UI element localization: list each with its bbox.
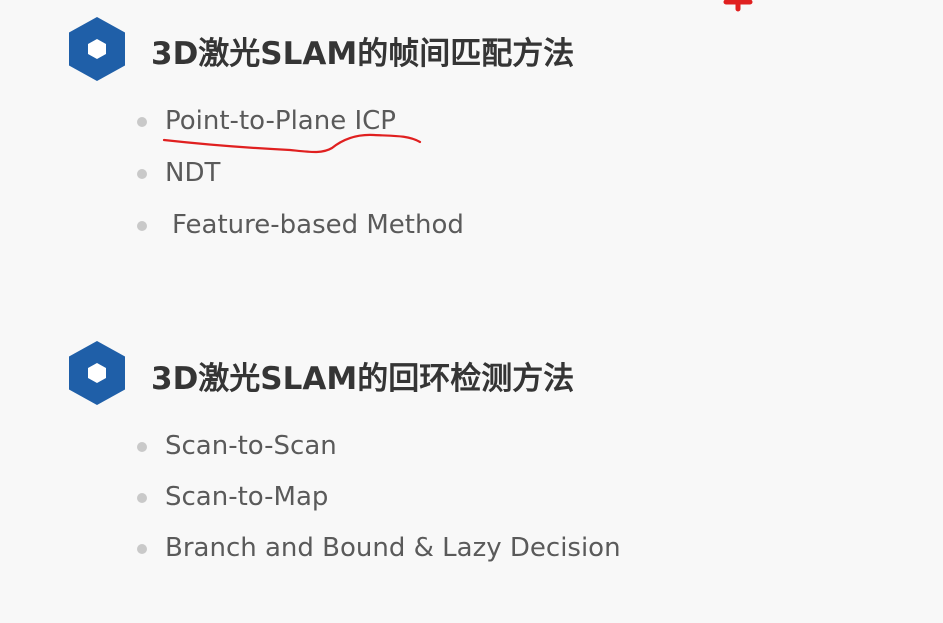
list-item-text: Scan-to-Scan (165, 431, 337, 461)
hexagon-icon (69, 17, 125, 81)
section-heading: 3D激光SLAM的回环检测方法 (151, 361, 575, 397)
section-heading: 3D激光SLAM的帧间匹配方法 (151, 36, 575, 72)
red-pen-mark (723, 0, 753, 12)
bullet-dot (137, 169, 147, 179)
hexagon-icon (69, 341, 125, 405)
bullet-dot (137, 117, 147, 127)
red-underline-annotation (162, 133, 422, 154)
bullet-dot (137, 442, 147, 452)
bullet-dot (137, 544, 147, 554)
list-item-text: Feature-based Method (172, 210, 464, 240)
bullet-dot (137, 493, 147, 503)
list-item-text: Scan-to-Map (165, 482, 329, 512)
list-item-text: Branch and Bound & Lazy Decision (165, 533, 621, 563)
bullet-dot (137, 221, 147, 231)
